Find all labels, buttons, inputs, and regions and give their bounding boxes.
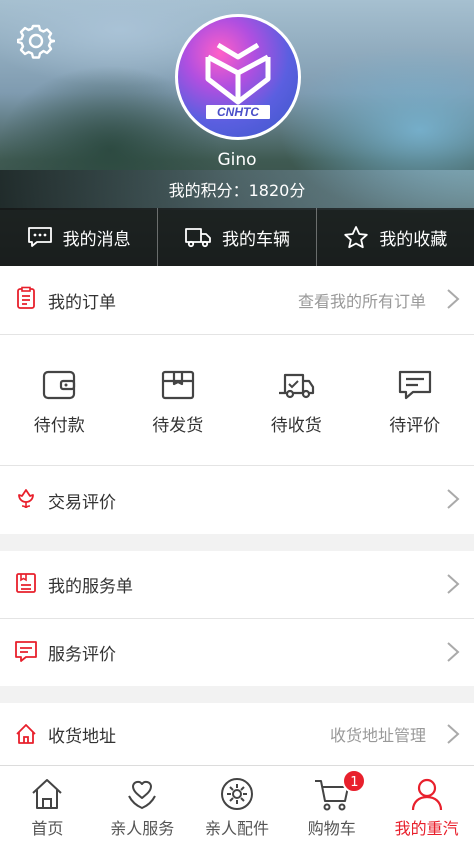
service-review-row[interactable]: 服务评价 xyxy=(0,619,474,686)
my-vehicles-label: 我的车辆 xyxy=(221,229,290,250)
chevron-right-icon xyxy=(447,289,460,309)
pending-shipment-button[interactable]: 待发货 xyxy=(119,335,238,465)
tab-cart[interactable]: 1 购物车 xyxy=(284,766,379,843)
truck-icon xyxy=(185,228,211,248)
tab-cart-label: 购物车 xyxy=(307,819,356,838)
pending-receipt-button[interactable]: 待收货 xyxy=(237,335,356,465)
trade-review-row[interactable]: 交易评价 xyxy=(0,466,474,534)
pending-payment-label: 待付款 xyxy=(33,416,85,436)
flower-icon xyxy=(18,489,34,509)
my-favorites-label: 我的收藏 xyxy=(379,229,448,250)
service-orders-row[interactable]: 我的服务单 xyxy=(0,551,474,618)
quick-action-bar: 我的消息 我的车辆 我的收藏 xyxy=(0,208,474,266)
pending-payment-button[interactable]: 待付款 xyxy=(0,335,119,465)
package-icon xyxy=(161,370,194,400)
avatar[interactable]: CNHTC xyxy=(175,14,301,140)
profile-header: CNHTC Gino 我的积分：1820分 我的消息 我的车辆 我的收藏 xyxy=(0,0,474,266)
my-orders-label: 我的订单 xyxy=(48,292,116,313)
settings-gear-icon[interactable] xyxy=(16,22,56,60)
pending-review-label: 待评价 xyxy=(389,416,441,436)
my-messages-button[interactable]: 我的消息 xyxy=(0,208,159,266)
star-icon xyxy=(344,226,369,249)
tab-family-service[interactable]: 亲人服务 xyxy=(95,766,190,843)
chevron-right-icon xyxy=(447,724,460,744)
service-review-label: 服务评价 xyxy=(48,645,116,665)
service-orders-label: 我的服务单 xyxy=(48,577,133,597)
person-icon xyxy=(411,778,442,811)
delivery-truck-icon xyxy=(279,373,315,399)
review-message-icon xyxy=(15,641,37,662)
bottom-tab-bar: 首页 亲人服务 亲人配件 1 购物车 我的重汽 xyxy=(0,765,474,843)
my-vehicles-button[interactable]: 我的车辆 xyxy=(158,208,317,266)
my-favorites-button[interactable]: 我的收藏 xyxy=(317,208,474,266)
shipping-address-label: 收货地址 xyxy=(48,726,116,747)
chevron-right-icon xyxy=(447,642,460,662)
tab-my-sinotruk-label: 我的重汽 xyxy=(394,819,459,838)
service-list-icon xyxy=(16,573,36,593)
svg-text:CNHTC: CNHTC xyxy=(217,105,259,119)
comment-icon xyxy=(398,370,431,400)
home-address-icon xyxy=(16,724,36,744)
pending-receipt-label: 待收货 xyxy=(270,416,322,436)
pending-shipment-label: 待发货 xyxy=(152,416,204,436)
tab-home-label: 首页 xyxy=(31,819,64,838)
clipboard-icon xyxy=(17,286,35,309)
address-management-link[interactable]: 收货地址管理 xyxy=(330,722,426,746)
tab-family-service-label: 亲人服务 xyxy=(110,819,175,838)
heart-hands-icon xyxy=(128,780,157,810)
message-icon xyxy=(27,227,52,247)
pending-review-button[interactable]: 待评价 xyxy=(356,335,474,465)
points-label: 我的积分：1820分 xyxy=(168,181,306,200)
order-status-panel: 待付款 待发货 待收货 待评价 xyxy=(0,335,474,465)
chevron-right-icon xyxy=(447,489,460,509)
trade-review-label: 交易评价 xyxy=(48,492,116,513)
username: Gino xyxy=(217,150,257,170)
view-all-orders-link[interactable]: 查看我的所有订单 xyxy=(298,288,426,312)
chevron-right-icon xyxy=(447,574,460,594)
wallet-icon xyxy=(43,370,76,400)
tab-home[interactable]: 首页 xyxy=(0,766,95,843)
my-messages-label: 我的消息 xyxy=(62,229,131,250)
my-orders-row[interactable]: 我的订单 查看我的所有订单 xyxy=(0,266,474,334)
tab-my-sinotruk[interactable]: 我的重汽 xyxy=(379,766,474,843)
gear-part-icon xyxy=(220,778,253,810)
tab-family-parts[interactable]: 亲人配件 xyxy=(190,766,285,843)
home-icon xyxy=(32,779,63,809)
cart-badge: 1 xyxy=(342,769,367,793)
shipping-address-row[interactable]: 收货地址 收货地址管理 xyxy=(0,703,474,765)
cnhtc-logo: CNHTC xyxy=(205,42,271,119)
tab-family-parts-label: 亲人配件 xyxy=(204,819,269,838)
